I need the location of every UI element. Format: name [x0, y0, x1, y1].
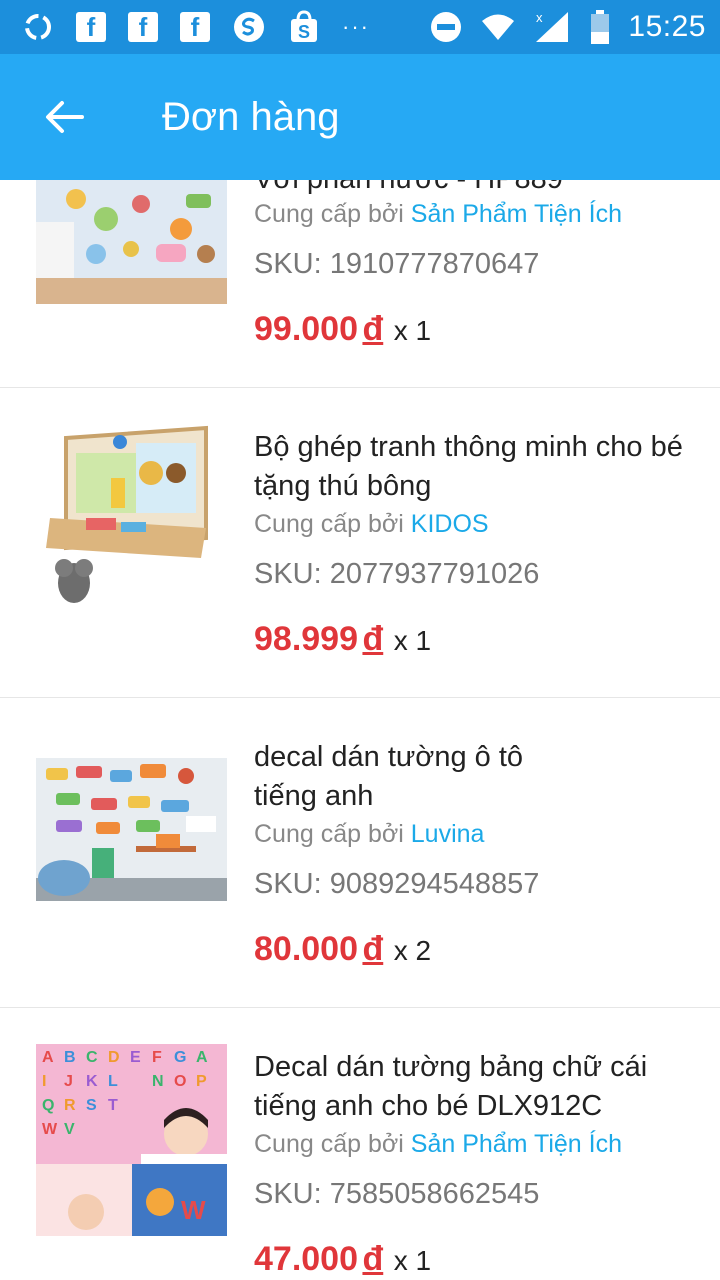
seller-link[interactable]: KIDOS	[411, 510, 489, 538]
app-bar: Đơn hàng	[0, 54, 720, 180]
price-row: 99.000 đ x 1	[254, 310, 431, 349]
svg-text:O: O	[174, 1073, 186, 1090]
svg-text:T: T	[108, 1097, 118, 1114]
svg-text:Q: Q	[42, 1097, 54, 1114]
product-name[interactable]: Decal dán tường bảng chữ cái tiếng anh c…	[254, 1048, 694, 1126]
clock: 15:25	[628, 10, 706, 43]
seller-line: Cung cấp bởi KIDOS	[254, 510, 489, 539]
svg-text:A: A	[196, 1049, 208, 1066]
arrow-left-icon	[46, 101, 84, 133]
price-value: 47.000	[254, 1240, 358, 1278]
svg-text:B: B	[64, 1049, 76, 1066]
status-bar: f f f S ··· x 15:25	[0, 0, 720, 54]
product-sku: SKU: 2077937791026	[254, 558, 540, 590]
product-name[interactable]: Bộ ghép tranh thông minh cho bé tặng thú…	[254, 428, 694, 506]
facebook-icon: f	[180, 12, 210, 42]
svg-text:F: F	[152, 1049, 162, 1066]
seller-prefix: Cung cấp bởi	[254, 820, 411, 848]
seller-prefix: Cung cấp bởi	[254, 1130, 411, 1158]
price-row: 80.000 đ x 2	[254, 930, 431, 969]
facebook-icon: f	[128, 12, 158, 42]
svg-text:N: N	[152, 1073, 164, 1090]
page-title: Đơn hàng	[162, 94, 340, 139]
svg-text:L: L	[108, 1073, 118, 1090]
svg-text:x: x	[536, 10, 543, 25]
seller-link[interactable]: Sản Phẩm Tiện Ích	[411, 200, 622, 228]
price-row: 47.000 đ x 1	[254, 1240, 431, 1279]
quantity: x 1	[393, 625, 432, 656]
price-row: 98.999 đ x 1	[254, 620, 431, 659]
currency-symbol: đ	[362, 310, 384, 348]
back-button[interactable]	[34, 87, 94, 147]
seller-link[interactable]: Luvina	[411, 820, 485, 848]
product-sku: SKU: 1910777870647	[254, 248, 540, 280]
order-item[interactable]: Bộ ghép tranh thông minh cho bé tặng thú…	[0, 388, 720, 698]
order-item[interactable]: AB CD EF GA IJ KL NO P QR ST WV W Decal …	[0, 1008, 720, 1280]
seller-line: Cung cấp bởi Sản Phẩm Tiện Ích	[254, 1130, 622, 1159]
svg-text:W: W	[181, 1195, 206, 1225]
price-value: 99.000	[254, 310, 358, 348]
seller-prefix: Cung cấp bởi	[254, 510, 411, 538]
product-thumbnail[interactable]	[36, 758, 227, 901]
product-thumbnail[interactable]: AB CD EF GA IJ KL NO P QR ST WV W	[36, 1044, 227, 1236]
svg-text:J: J	[64, 1073, 73, 1090]
product-name[interactable]: decal dán tường ô tô tiếng anh	[254, 738, 554, 816]
svg-text:C: C	[86, 1049, 98, 1066]
svg-text:D: D	[108, 1049, 120, 1066]
svg-text:S: S	[298, 22, 310, 42]
svg-text:E: E	[130, 1049, 141, 1066]
price-value: 98.999	[254, 620, 358, 658]
product-sku: SKU: 7585058662545	[254, 1178, 540, 1210]
cell-signal-icon: x	[534, 10, 572, 44]
shopee-bag-icon: S	[288, 10, 320, 44]
quantity: x 1	[393, 1245, 432, 1276]
svg-text:R: R	[64, 1097, 76, 1114]
svg-text:W: W	[42, 1121, 58, 1138]
svg-text:A: A	[42, 1049, 54, 1066]
currency-symbol: đ	[362, 930, 384, 968]
facebook-icon: f	[76, 12, 106, 42]
seller-link[interactable]: Sản Phẩm Tiện Ích	[411, 1130, 622, 1158]
product-sku: SKU: 9089294548857	[254, 868, 540, 900]
svg-text:K: K	[86, 1073, 98, 1090]
svg-text:S: S	[86, 1097, 97, 1114]
product-thumbnail[interactable]	[36, 174, 227, 304]
sync-icon	[22, 11, 54, 43]
svg-text:V: V	[64, 1121, 75, 1138]
svg-text:I: I	[42, 1073, 46, 1090]
wifi-icon	[480, 12, 516, 42]
order-item[interactable]: decal dán tường ô tô tiếng anh Cung cấp …	[0, 698, 720, 1008]
seller-prefix: Cung cấp bởi	[254, 200, 411, 228]
seller-line: Cung cấp bởi Luvina	[254, 820, 484, 849]
quantity: x 1	[393, 315, 432, 346]
more-dots-icon: ···	[342, 14, 370, 39]
product-thumbnail[interactable]	[36, 418, 227, 608]
currency-symbol: đ	[362, 620, 384, 658]
battery-icon	[590, 10, 610, 44]
svg-text:P: P	[196, 1073, 207, 1090]
price-value: 80.000	[254, 930, 358, 968]
do-not-disturb-icon	[430, 11, 462, 43]
quantity: x 2	[393, 935, 432, 966]
seller-line: Cung cấp bởi Sản Phẩm Tiện Ích	[254, 200, 622, 229]
currency-symbol: đ	[362, 1240, 384, 1278]
skype-like-icon	[232, 10, 266, 44]
svg-text:G: G	[174, 1049, 186, 1066]
order-list[interactable]: Vơi phấn nước - HP889 Cung cấp bởi Sản P…	[0, 0, 720, 1280]
